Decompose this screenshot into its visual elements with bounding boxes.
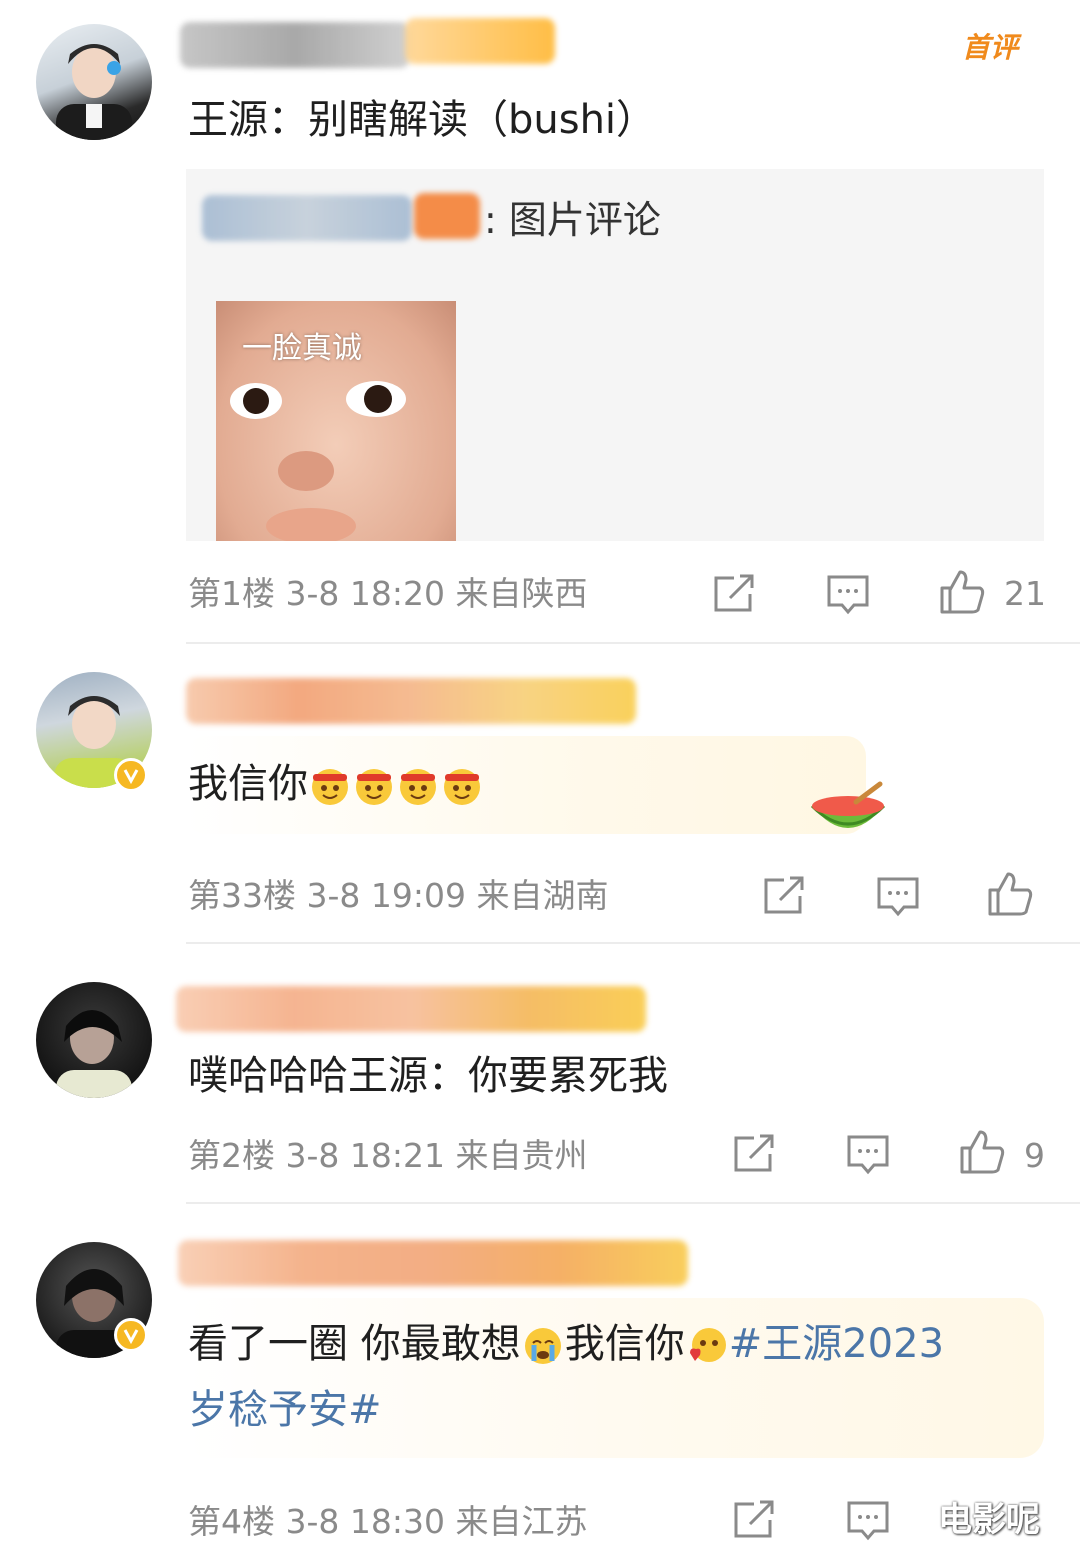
- username-redacted[interactable]: [178, 1240, 688, 1286]
- comment-text: 我信你: [188, 758, 484, 810]
- quoted-username-redacted-2: [414, 193, 480, 239]
- repost-icon[interactable]: [732, 1500, 776, 1540]
- cheer-emoji-icon: [356, 769, 392, 805]
- comment-text: 噗哈哈哈王源：你要累死我: [188, 1053, 668, 1099]
- hashtag-link-continued[interactable]: 岁稔予安#: [188, 1384, 382, 1436]
- comment-icon[interactable]: [846, 1134, 890, 1176]
- verified-badge: [114, 1318, 148, 1352]
- watermelon-icon: [810, 781, 886, 828]
- comment-text-part1: 看了一圈 你最敢想: [188, 1321, 521, 1367]
- comment-meta: 第33楼 3-8 19:09 来自湖南: [188, 876, 609, 915]
- like-icon[interactable]: [938, 568, 986, 616]
- quoted-image[interactable]: 一脸真诚: [216, 301, 456, 541]
- crying-emoji-icon: [524, 1328, 561, 1364]
- comment-meta: 第4楼 3-8 18:30 来自江苏: [188, 1502, 588, 1541]
- quoted-image-caption: 一脸真诚: [242, 331, 362, 366]
- hashtag-link[interactable]: #王源2023: [729, 1321, 944, 1367]
- verified-badge: [114, 758, 148, 792]
- comment-icon[interactable]: [876, 876, 920, 918]
- comment-text: 看了一圈 你最敢想 我信你 #王源2023: [188, 1318, 944, 1370]
- comment-text-part2: 我信你: [564, 1321, 685, 1367]
- avatar[interactable]: [36, 24, 152, 140]
- username-redacted[interactable]: [180, 22, 410, 68]
- quoted-comment[interactable]: : 图片评论 一脸真诚: [186, 169, 1044, 541]
- cheer-emoji-icon: [312, 769, 348, 805]
- cheer-emoji-icon: [400, 769, 436, 805]
- comment-icon[interactable]: [826, 574, 870, 616]
- repost-icon[interactable]: [712, 574, 756, 614]
- watermark: 电影呢: [938, 1500, 1040, 1540]
- username-redacted[interactable]: [186, 678, 636, 724]
- first-comment-badge: 首评: [962, 31, 1019, 64]
- like-count: 9: [1024, 1136, 1045, 1175]
- love-emoji-icon: [689, 1328, 726, 1362]
- like-icon[interactable]: [986, 870, 1034, 918]
- comment-meta: 第2楼 3-8 18:21 来自贵州: [188, 1136, 588, 1175]
- comment-icon[interactable]: [846, 1500, 890, 1542]
- repost-icon[interactable]: [762, 876, 806, 916]
- comment-item: 噗哈哈哈王源：你要累死我 第2楼 3-8 18:21 来自贵州 9: [0, 944, 1080, 1204]
- like-count: 21: [1004, 574, 1046, 613]
- comment-text-body: 我信你: [188, 761, 308, 807]
- quoted-username-redacted[interactable]: [202, 195, 412, 241]
- comment-item: 我信你 第33楼 3-8 19:09 来自湖南: [0, 644, 1080, 944]
- quoted-label: : 图片评论: [484, 198, 661, 242]
- comment-text: 王源：别瞎解读（bushi）: [188, 97, 657, 143]
- comment-item: 看了一圈 你最敢想 我信你 #王源2023 岁稔予安# 第4楼 3-8 18:30 …: [0, 1204, 1080, 1559]
- comment-meta: 第1楼 3-8 18:20 来自陕西: [188, 574, 588, 613]
- username-redacted[interactable]: [176, 986, 646, 1032]
- cheer-emoji-icon: [444, 769, 480, 805]
- like-icon[interactable]: [958, 1128, 1006, 1176]
- avatar[interactable]: [36, 982, 152, 1098]
- comment-item: 首评 王源：别瞎解读（bushi） : 图片评论 一脸真诚 第1楼 3-8 18…: [0, 0, 1080, 644]
- repost-icon[interactable]: [732, 1134, 776, 1174]
- username-redacted-badge: [405, 18, 555, 64]
